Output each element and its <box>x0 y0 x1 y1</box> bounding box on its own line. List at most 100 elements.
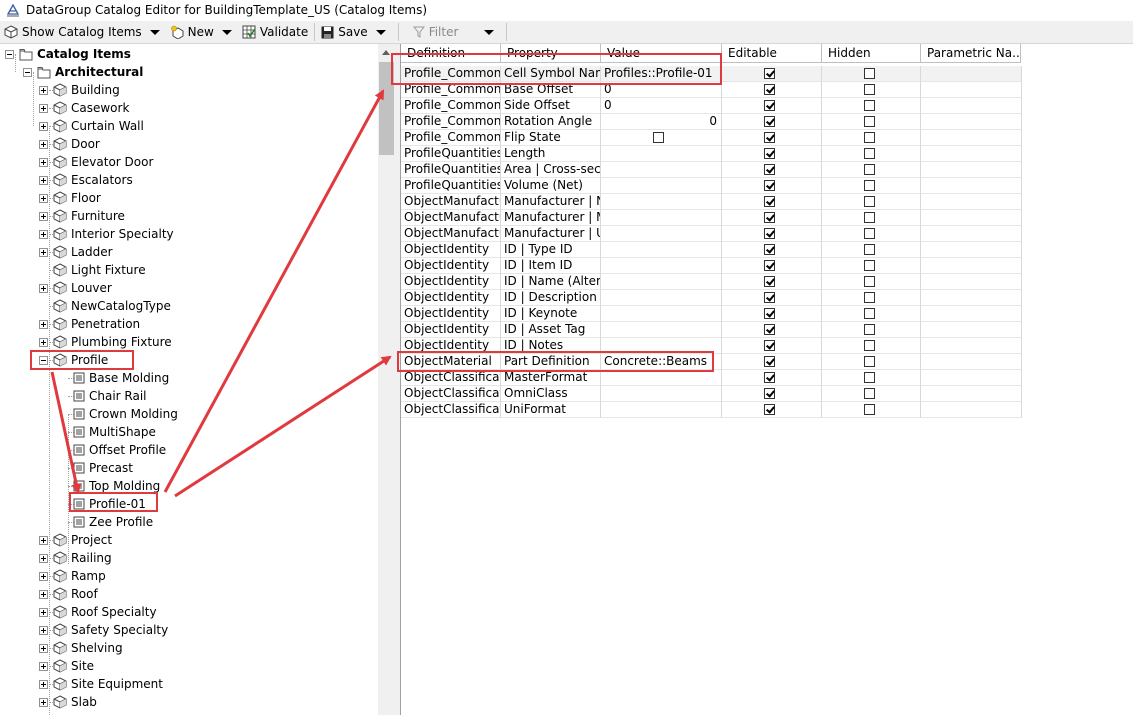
parametric-name-cell[interactable] <box>921 226 1022 242</box>
property-cell[interactable]: OmniClass <box>501 386 601 402</box>
tree-node[interactable]: Escalators <box>39 171 133 189</box>
parametric-name-cell[interactable] <box>921 338 1022 354</box>
expand-icon[interactable] <box>39 679 48 689</box>
editable-checkbox[interactable] <box>764 84 775 95</box>
validate-button[interactable]: Validate <box>240 22 310 42</box>
parametric-name-cell[interactable] <box>921 130 1022 146</box>
tree-node[interactable]: Project <box>39 531 112 549</box>
value-cell[interactable] <box>601 258 722 274</box>
value-cell[interactable] <box>601 210 722 226</box>
parametric-name-cell[interactable] <box>921 370 1022 386</box>
property-cell[interactable]: ID | Item ID <box>501 258 601 274</box>
property-cell[interactable]: Side Offset <box>501 98 601 114</box>
expand-icon[interactable] <box>39 283 48 293</box>
hidden-checkbox[interactable] <box>864 340 875 351</box>
editable-checkbox[interactable] <box>764 180 775 191</box>
table-row[interactable]: ObjectIdentity ID | Asset Tag <box>401 322 1022 338</box>
expand-icon[interactable] <box>39 661 48 671</box>
property-cell[interactable]: UniFormat <box>501 402 601 418</box>
editable-checkbox[interactable] <box>764 100 775 111</box>
definition-cell[interactable]: Profile_Common <box>401 130 501 146</box>
hidden-checkbox[interactable] <box>864 260 875 271</box>
value-cell[interactable] <box>601 130 722 146</box>
table-row[interactable]: ObjectManufacturerManufacturer | URL <box>401 226 1022 242</box>
value-cell[interactable] <box>601 146 722 162</box>
property-cell[interactable]: Volume (Net) <box>501 178 601 194</box>
column-header[interactable]: Parametric Na... <box>921 44 1021 63</box>
editable-checkbox[interactable] <box>764 276 775 287</box>
parametric-name-cell[interactable] <box>921 82 1022 98</box>
definition-cell[interactable]: ProfileQuantities <box>401 146 501 162</box>
hidden-checkbox[interactable] <box>864 180 875 191</box>
parametric-name-cell[interactable] <box>921 322 1022 338</box>
value-cell[interactable] <box>601 306 722 322</box>
chevron-down-icon[interactable] <box>221 29 232 35</box>
editable-checkbox[interactable] <box>764 212 775 223</box>
value-cell[interactable] <box>601 402 722 418</box>
hidden-checkbox[interactable] <box>864 404 875 415</box>
property-cell[interactable]: Manufacturer | URL <box>501 226 601 242</box>
parametric-name-cell[interactable] <box>921 114 1022 130</box>
tree-node[interactable]: NewCatalogType <box>39 297 171 315</box>
tree-node[interactable]: Roof Specialty <box>39 603 157 621</box>
hidden-checkbox[interactable] <box>864 292 875 303</box>
property-cell[interactable]: ID | Asset Tag <box>501 322 601 338</box>
table-row[interactable]: ProfileQuantities Length <box>401 146 1022 162</box>
save-button[interactable]: Save <box>319 22 393 42</box>
value-cell[interactable] <box>601 162 722 178</box>
hidden-checkbox[interactable] <box>864 308 875 319</box>
collapse-icon[interactable] <box>5 49 14 59</box>
column-header[interactable]: Editable <box>722 44 822 63</box>
editable-checkbox[interactable] <box>764 116 775 127</box>
editable-checkbox[interactable] <box>764 404 775 415</box>
property-cell[interactable]: MasterFormat <box>501 370 601 386</box>
table-row[interactable]: ObjectIdentityID | Name (Alternate) <box>401 274 1022 290</box>
hidden-checkbox[interactable] <box>864 372 875 383</box>
editable-checkbox[interactable] <box>764 228 775 239</box>
parametric-name-cell[interactable] <box>921 386 1022 402</box>
table-row[interactable]: ObjectIdentity ID | Keynote <box>401 306 1022 322</box>
definition-cell[interactable]: ObjectIdentity <box>401 322 501 338</box>
value-cell[interactable] <box>601 194 722 210</box>
flip-state-checkbox[interactable] <box>653 132 664 143</box>
tree-node[interactable]: Furniture <box>39 207 125 225</box>
hidden-checkbox[interactable] <box>864 164 875 175</box>
table-row[interactable]: ObjectClassificationMasterFormat <box>401 370 1022 386</box>
value-cell[interactable] <box>601 386 722 402</box>
tree-node[interactable]: Offset Profile <box>59 441 166 459</box>
expand-icon[interactable] <box>39 571 48 581</box>
editable-checkbox[interactable] <box>764 164 775 175</box>
definition-cell[interactable]: ObjectIdentity <box>401 258 501 274</box>
value-cell[interactable] <box>601 178 722 194</box>
tree-node[interactable]: Ladder <box>39 243 113 261</box>
property-cell[interactable]: ID | Name (Alternate) <box>501 274 601 290</box>
expand-icon[interactable] <box>39 643 48 653</box>
hidden-checkbox[interactable] <box>864 196 875 207</box>
definition-cell[interactable]: ProfileQuantities <box>401 162 501 178</box>
property-cell[interactable]: Manufacturer | Model <box>501 210 601 226</box>
parametric-name-cell[interactable] <box>921 210 1022 226</box>
definition-cell[interactable]: ObjectManufacturer <box>401 226 501 242</box>
value-cell[interactable] <box>601 370 722 386</box>
parametric-name-cell[interactable] <box>921 274 1022 290</box>
hidden-checkbox[interactable] <box>864 324 875 335</box>
hidden-checkbox[interactable] <box>864 244 875 255</box>
property-cell[interactable]: ID | Type ID <box>501 242 601 258</box>
property-cell[interactable]: Area | Cross-section <box>501 162 601 178</box>
table-row[interactable]: ObjectManufacturerManufacturer | Model <box>401 210 1022 226</box>
editable-checkbox[interactable] <box>764 196 775 207</box>
hidden-checkbox[interactable] <box>864 116 875 127</box>
table-row[interactable]: ObjectIdentity ID | Description <box>401 290 1022 306</box>
definition-cell[interactable]: ObjectManufacturer <box>401 210 501 226</box>
expand-icon[interactable] <box>39 553 48 563</box>
hidden-checkbox[interactable] <box>864 212 875 223</box>
hidden-checkbox[interactable] <box>864 132 875 143</box>
parametric-name-cell[interactable] <box>921 98 1022 114</box>
value-cell[interactable] <box>601 290 722 306</box>
table-row[interactable]: ProfileQuantitiesArea | Cross-section <box>401 162 1022 178</box>
tree-node[interactable]: Interior Specialty <box>39 225 174 243</box>
tree-node[interactable]: Ramp <box>39 567 106 585</box>
tree-node[interactable]: Shelving <box>39 639 123 657</box>
tree-node[interactable]: Building <box>39 81 120 99</box>
tree-node[interactable]: Precast <box>59 459 133 477</box>
